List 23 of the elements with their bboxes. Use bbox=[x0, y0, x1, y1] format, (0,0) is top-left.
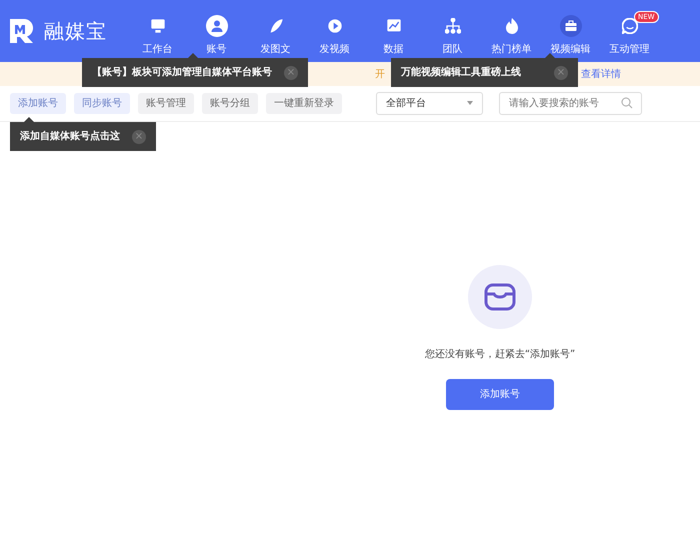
search-field[interactable]: 请输入要搜索的账号 bbox=[499, 92, 642, 115]
caret-icon bbox=[467, 101, 473, 106]
toolbar-button[interactable]: 同步账号 bbox=[74, 93, 130, 114]
add-account-button[interactable]: 添加账号 bbox=[446, 379, 554, 410]
toolbar-button[interactable]: 一键重新登录 bbox=[266, 93, 342, 114]
logo-text: 融媒宝 bbox=[44, 18, 107, 45]
nav-tab[interactable]: 视频编辑 bbox=[541, 5, 600, 57]
nav-tab[interactable]: 数据 bbox=[364, 5, 423, 57]
toolbar-button[interactable]: 添加账号 bbox=[10, 93, 66, 114]
platform-select[interactable]: 全部平台 bbox=[376, 92, 483, 115]
nav-tab[interactable]: 工作台 bbox=[128, 5, 187, 57]
nav-tab[interactable]: 发视频 bbox=[305, 5, 364, 57]
nav-tab[interactable]: 账号 bbox=[187, 5, 246, 57]
toolbar-button[interactable]: 账号管理 bbox=[138, 93, 194, 114]
nav-tab[interactable]: 发图文 bbox=[246, 5, 305, 57]
toolbar-button[interactable]: 账号分组 bbox=[202, 93, 258, 114]
nav-tab[interactable]: 团队 bbox=[423, 5, 482, 57]
search-icon bbox=[621, 97, 633, 109]
notice-text: 开 bbox=[375, 68, 385, 82]
details-link[interactable]: 查看详情 bbox=[581, 66, 621, 82]
empty-message: 您还没有账号，赶紧去“添加账号” bbox=[424, 348, 576, 362]
nav-tab[interactable]: 热门榜单 bbox=[482, 5, 541, 57]
logo-icon bbox=[8, 17, 36, 45]
